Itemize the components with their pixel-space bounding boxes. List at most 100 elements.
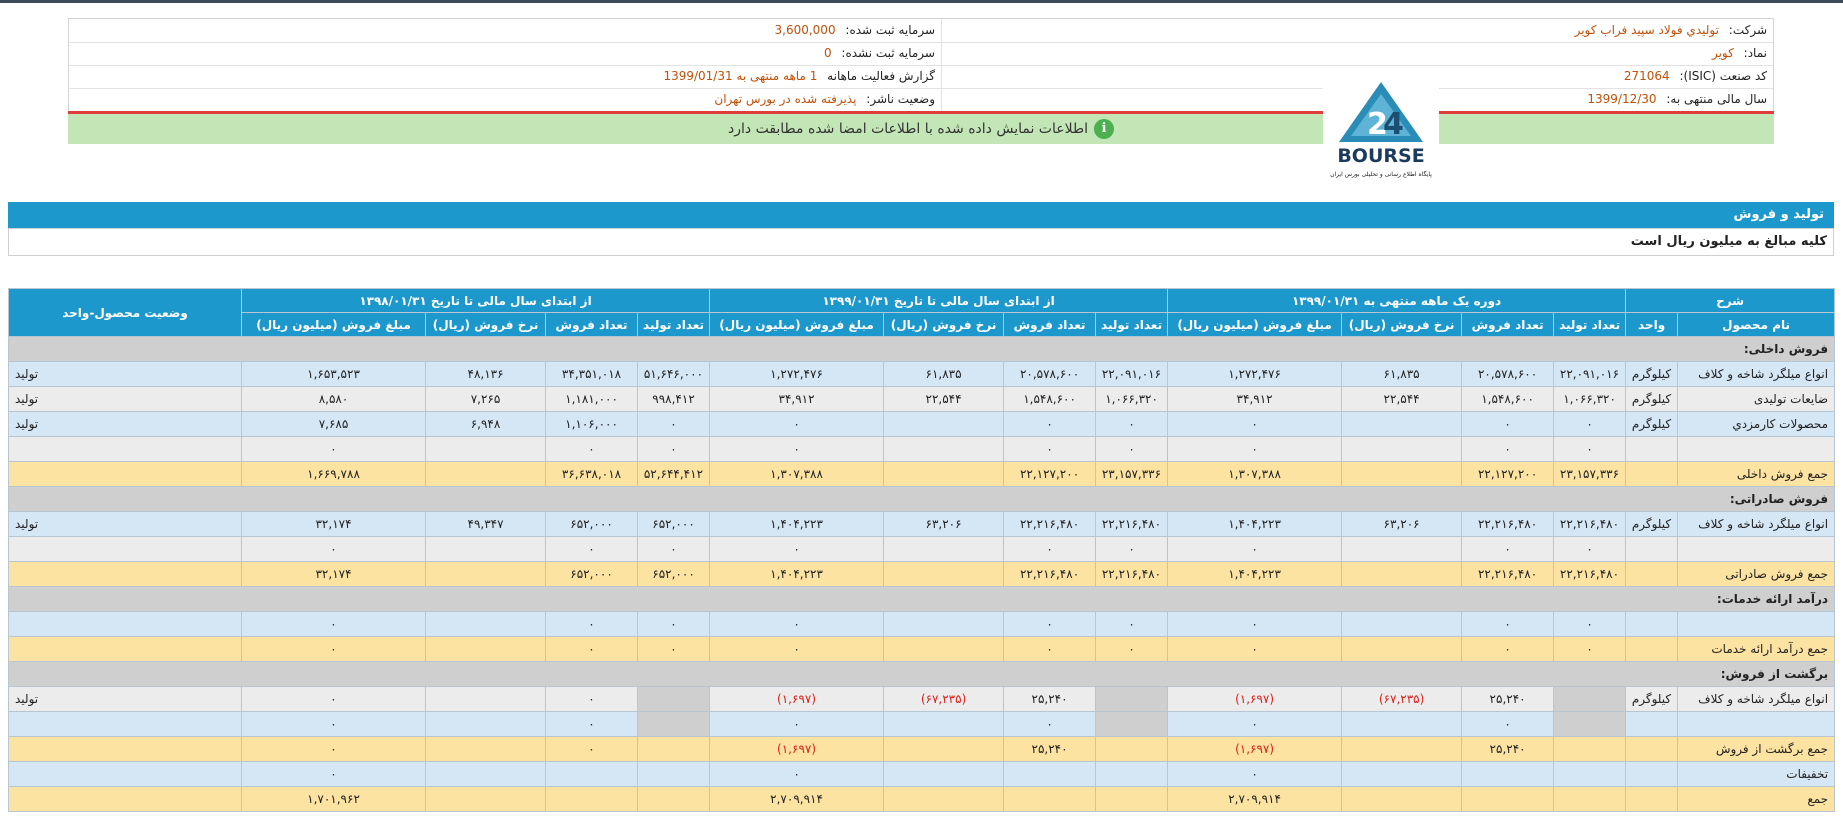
production-sales-table: شرح دوره یک ماهه منتهی به ۱۳۹۹/۰۱/۳۱ از … <box>7 288 1836 812</box>
sales-amount-cell: ۰ <box>709 711 885 737</box>
company-label: شرکت: <box>1728 23 1767 37</box>
unit-cell: کیلوگرم <box>1625 361 1679 387</box>
unit-cell <box>1625 786 1679 812</box>
production-qty-cell: ۲۲,۲۱۶,۴۸۰ <box>1553 511 1627 537</box>
sales-rate-cell <box>883 761 1005 787</box>
header-period-2: از ابتدای سال مالی تا تاریخ ۱۳۹۹/۰۱/۳۱ <box>709 288 1169 313</box>
production-qty-cell: ۰ <box>637 611 711 637</box>
sales-amount-cell: ۳۴,۹۱۲ <box>709 386 885 412</box>
sales-amount-cell: ۰ <box>1167 411 1343 437</box>
sales-qty-cell: ۲۵,۲۴۰ <box>1003 686 1097 712</box>
table-row: ۰ ۰ ۰ ۰ ۰ ۰ <box>8 711 1836 737</box>
capital-label: سرمایه ثبت شده: <box>845 23 935 37</box>
product-name-cell: انواع میلگرد شاخه و کلاف <box>1677 511 1836 537</box>
sales-rate-cell <box>883 461 1005 487</box>
amount-note: کلیه مبالغ به میلیون ریال است <box>8 228 1834 256</box>
sales-qty-cell <box>545 761 639 787</box>
sales-amount-cell: ۰ <box>1167 436 1343 462</box>
production-qty-cell <box>1095 761 1169 787</box>
sales-qty-cell: ۲۲,۱۲۷,۲۰۰ <box>1461 461 1555 487</box>
product-status-cell: تولید <box>8 361 242 387</box>
sales-rate-cell <box>1341 786 1463 812</box>
sales-amount-cell: ۱,۴۰۴,۲۲۳ <box>709 511 885 537</box>
fiscal-year-value: 1399/12/30 <box>1587 92 1657 106</box>
sales-qty-cell: ۰ <box>1003 636 1097 662</box>
production-qty-cell <box>637 736 711 762</box>
company-name[interactable]: توليدي فولاد سپيد فراب کوير <box>1575 23 1719 37</box>
sales-amount-cell: (۱,۶۹۷) <box>1167 736 1343 762</box>
production-qty-cell: ۵۲,۶۴۴,۴۱۲ <box>637 461 711 487</box>
production-qty-cell <box>637 786 711 812</box>
production-qty-cell: ۰ <box>637 436 711 462</box>
production-qty-cell: ۲۲,۰۹۱,۰۱۶ <box>1553 361 1627 387</box>
sales-qty-cell: ۰ <box>545 611 639 637</box>
sales-qty-cell <box>1003 761 1097 787</box>
sub-header-row: نام محصول واحد تعداد تولید تعداد فروش نرخ فر… <box>9 312 1836 337</box>
symbol-cell: نماد: کویر <box>941 42 1773 65</box>
sales-amount-cell: ۱,۷۰۱,۹۶۲ <box>240 786 427 812</box>
sales-amount-cell: ۰ <box>709 761 885 787</box>
sales-amount-cell: ۳۲,۱۷۴ <box>240 511 427 537</box>
sales-qty-cell: ۲۵,۲۴۰ <box>1003 736 1097 762</box>
production-qty-cell: ۰ <box>1553 436 1627 462</box>
sales-qty-cell: ۲۵,۲۴۰ <box>1461 686 1555 712</box>
total-row: جمع ۲,۷۰۹,۹۱۴ ۲,۷۰۹,۹۱۴ ۱,۷۰۱,۹۶۲ <box>8 786 1836 812</box>
sales-amount-cell: ۰ <box>240 611 427 637</box>
amount-note-text: کلیه مبالغ به میلیون ریال است <box>1630 234 1827 249</box>
isic-label: کد صنعت (ISIC): <box>1679 69 1767 83</box>
production-qty-cell: ۰ <box>1553 611 1627 637</box>
sales-rate-cell <box>1341 736 1463 762</box>
sales-rate-cell: ۲۲,۵۴۴ <box>883 386 1005 412</box>
sales-amount-cell: ۰ <box>709 536 885 562</box>
production-qty-cell <box>1553 686 1627 712</box>
production-qty-cell: ۲۲,۰۹۱,۰۱۶ <box>1095 361 1169 387</box>
sales-rate-cell: ۶۳,۲۰۶ <box>883 511 1005 537</box>
sales-qty-cell: ۰ <box>545 536 639 562</box>
sales-rate-cell <box>883 611 1005 637</box>
sales-rate-cell <box>425 461 547 487</box>
header-sales-rate-3: نرخ فروش (ریال) <box>425 312 547 337</box>
sales-qty-cell <box>1003 786 1097 812</box>
capital-value: 3,600,000 <box>774 23 836 37</box>
sales-rate-cell <box>883 636 1005 662</box>
section-title-bar: تولید و فروش <box>8 202 1834 228</box>
sales-amount-cell: ۱,۶۵۳,۵۲۳ <box>240 361 427 387</box>
product-name-cell: جمع درآمد ارائه خدمات <box>1677 636 1836 662</box>
production-qty-cell <box>1553 711 1627 737</box>
sales-qty-cell: ۰ <box>545 686 639 712</box>
sales-qty-cell: ۰ <box>1003 536 1097 562</box>
sales-qty-cell: ۶۵۲,۰۰۰ <box>545 511 639 537</box>
sales-amount-cell: (۱,۶۹۷) <box>1167 686 1343 712</box>
sales-qty-cell: ۲۵,۲۴۰ <box>1461 736 1555 762</box>
info-icon: i <box>1094 119 1114 139</box>
company-info-panel: شرکت: توليدي فولاد سپيد فراب کوير سرمایه… <box>68 18 1774 112</box>
sales-rate-cell <box>425 686 547 712</box>
product-status-cell <box>8 561 242 587</box>
unit-cell <box>1625 736 1679 762</box>
production-qty-cell: ۰ <box>1553 636 1627 662</box>
alert-text: اطلاعات نمایش داده شده با اطلاعات امضا ش… <box>728 121 1088 137</box>
sales-rate-cell <box>1341 636 1463 662</box>
sales-amount-cell: ۲,۷۰۹,۹۱۴ <box>709 786 885 812</box>
sales-amount-cell: (۱,۶۹۷) <box>709 736 885 762</box>
product-status-cell <box>8 436 242 462</box>
top-border <box>0 0 1843 3</box>
production-qty-cell: ۰ <box>1553 536 1627 562</box>
sales-rate-cell <box>425 711 547 737</box>
sales-rate-cell <box>883 536 1005 562</box>
sales-amount-cell: ۰ <box>1167 536 1343 562</box>
sales-qty-cell: ۰ <box>1003 436 1097 462</box>
header-production-qty-2: تعداد تولید <box>1095 312 1169 337</box>
info-row-4: سال مالی منتهی به: 1399/12/30 وضعیت ناشر… <box>69 88 1773 111</box>
product-status-cell <box>8 611 242 637</box>
sales-qty-cell: ۲۰,۵۷۸,۶۰۰ <box>1003 361 1097 387</box>
unit-cell <box>1625 561 1679 587</box>
header-sales-qty-2: تعداد فروش <box>1003 312 1097 337</box>
sales-rate-cell <box>1341 461 1463 487</box>
logo-caption: پایگاه اطلاع رسانی و تحلیلی بورس ایران <box>1330 170 1432 178</box>
production-qty-cell <box>1095 711 1169 737</box>
production-qty-cell: ۵۱,۶۴۶,۰۰۰ <box>637 361 711 387</box>
svg-text:4: 4 <box>1383 107 1404 142</box>
symbol-value[interactable]: کویر <box>1712 46 1734 60</box>
product-name-cell: جمع <box>1677 786 1836 812</box>
